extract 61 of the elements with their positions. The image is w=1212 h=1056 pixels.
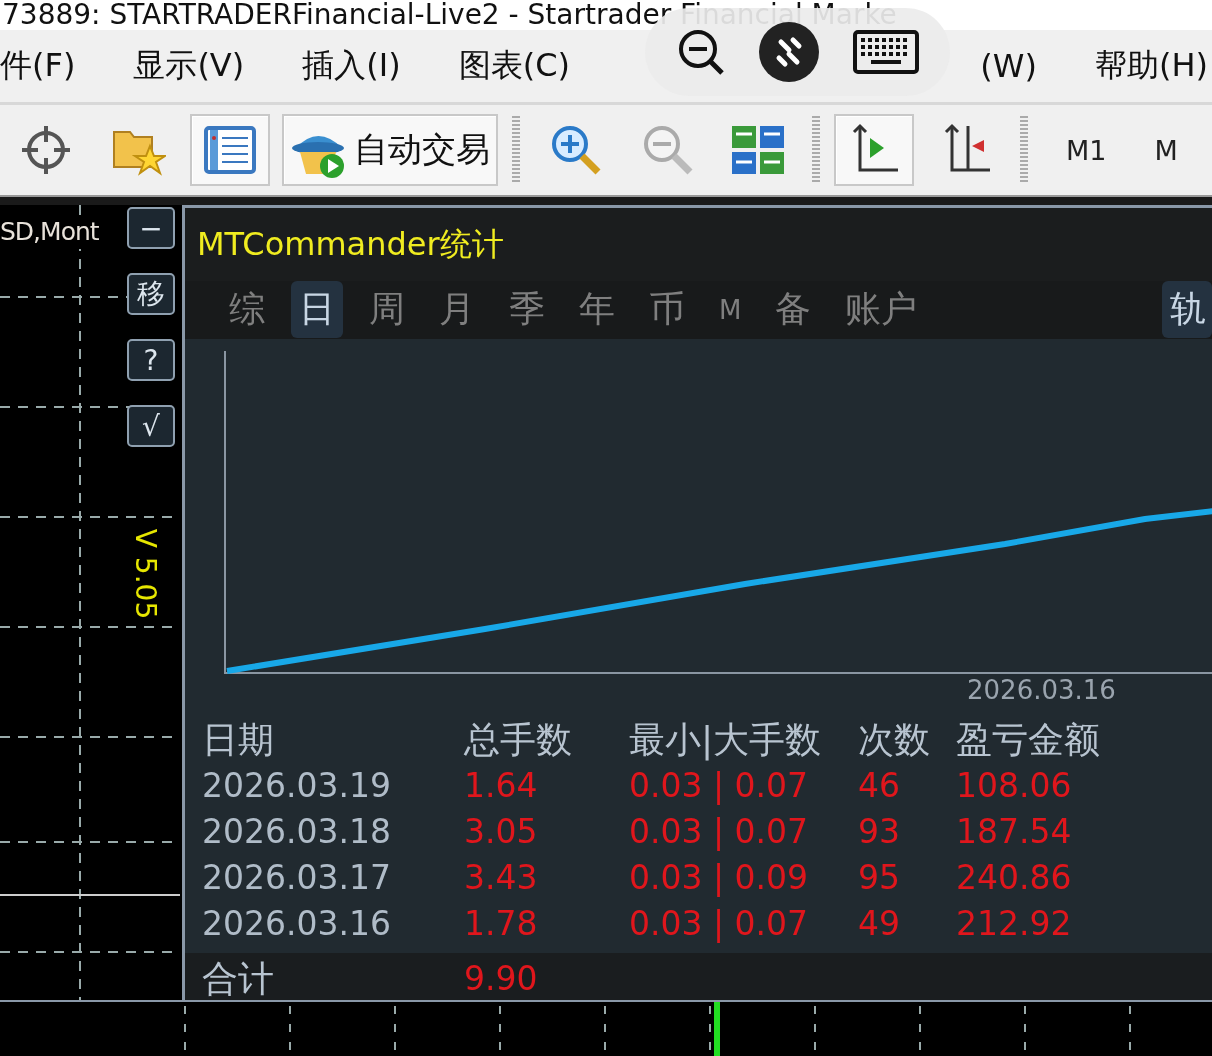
tab[interactable]: 年 xyxy=(571,281,623,339)
table-cell-text: 108.06 xyxy=(956,764,1073,807)
table-cell-text: 3.43 xyxy=(464,856,539,899)
column-header: 日期 xyxy=(202,717,275,762)
menu-item[interactable]: 图表(C) xyxy=(458,44,570,88)
auto-trading-button[interactable]: 自动交易 xyxy=(282,114,498,186)
table-cell-text: 93 xyxy=(858,810,901,853)
time-cursor xyxy=(714,1002,720,1056)
table-cell-text: 1.78 xyxy=(464,902,539,945)
table-cell-text: 0.03 | 0.07 xyxy=(629,810,810,853)
table-cell-text: 2026.03.17 xyxy=(202,856,392,899)
total-label: 合计 xyxy=(202,956,275,1000)
table-cell-text: 0.03 | 0.07 xyxy=(629,902,810,945)
menu-item[interactable]: 件(F) xyxy=(0,44,76,88)
tab[interactable]: M xyxy=(711,290,750,329)
side-button[interactable]: √ xyxy=(127,405,175,447)
column-header: 盈亏金额 xyxy=(956,717,1101,762)
toolbar-grip xyxy=(812,116,820,184)
table-cell-text: 95 xyxy=(858,856,901,899)
timeframe-button[interactable]: M xyxy=(1154,134,1178,166)
side-button[interactable]: ? xyxy=(127,339,175,381)
tab[interactable]: 币 xyxy=(641,281,693,339)
tab[interactable]: 季 xyxy=(501,281,553,339)
toolbar-grip xyxy=(512,116,520,184)
table-cell-text: 240.86 xyxy=(956,856,1073,899)
table-cell-text: 1.64 xyxy=(464,764,539,807)
column-header: 次数 xyxy=(858,717,931,762)
table-cell-text: 0.03 | 0.07 xyxy=(629,764,810,807)
table-cell-text: 46 xyxy=(858,764,901,807)
tab[interactable]: 轨 xyxy=(1162,281,1212,339)
axis-label: 2026.03.16 xyxy=(967,674,1116,705)
toolbar-button[interactable] xyxy=(834,114,914,186)
tab[interactable]: 周 xyxy=(361,281,413,339)
menu-item[interactable]: 帮助(H) xyxy=(1094,44,1208,88)
menu-item[interactable]: 插入(I) xyxy=(302,44,401,88)
toolbar-grip xyxy=(1020,116,1028,184)
table-cell-text: 9.90 xyxy=(464,957,539,1000)
table-cell-text: 212.92 xyxy=(956,902,1073,945)
table-cell-text: 2026.03.18 xyxy=(202,810,392,853)
tab[interactable]: 备 xyxy=(767,281,820,339)
remote-icon[interactable] xyxy=(759,22,820,82)
keyboard-icon[interactable] xyxy=(853,30,920,74)
table-cell-text: 0.03 | 0.09 xyxy=(629,856,810,899)
table-cell-text: 2026.03.19 xyxy=(202,764,392,807)
tab[interactable]: 日 xyxy=(291,281,343,339)
table-cell-text: 187.54 xyxy=(956,810,1073,853)
side-button[interactable]: 移 xyxy=(127,273,175,315)
menu-item[interactable]: (W) xyxy=(980,47,1037,85)
tab[interactable]: 账户 xyxy=(837,281,926,339)
column-header: 总手数 xyxy=(464,717,573,762)
tab[interactable]: 月 xyxy=(431,281,483,339)
column-header: 最小|大手数 xyxy=(629,717,823,763)
version-label: V 5.05 xyxy=(128,528,162,620)
side-button[interactable]: − xyxy=(127,207,175,249)
table-cell-text: 49 xyxy=(858,902,901,945)
timeframe-button[interactable]: M1 xyxy=(1066,134,1107,166)
table-cell-text: 2026.03.16 xyxy=(202,902,392,945)
table-cell-text: 3.05 xyxy=(464,810,539,853)
panel-title: MTCommander统计 xyxy=(197,223,504,265)
menu-item[interactable]: 显示(V) xyxy=(133,44,245,88)
tab[interactable]: 综 xyxy=(221,281,273,339)
